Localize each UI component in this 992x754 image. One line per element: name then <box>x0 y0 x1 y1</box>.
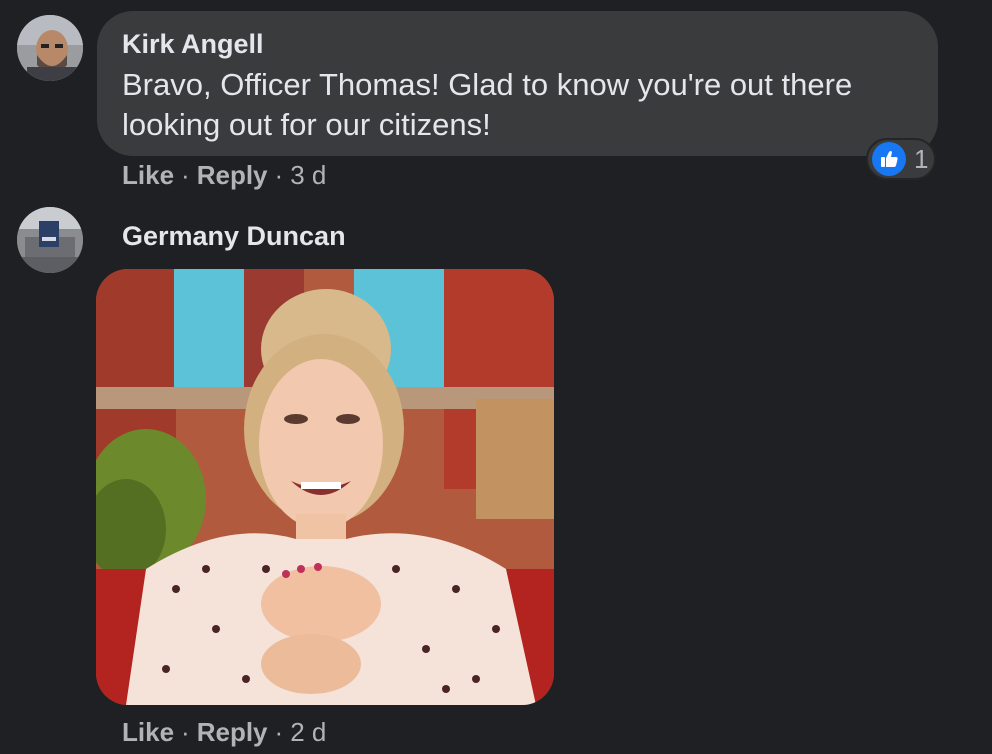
avatar-germany-duncan[interactable] <box>17 207 83 273</box>
separator: · <box>274 160 284 190</box>
separator: · <box>181 160 190 190</box>
avatar-kirk-angell[interactable] <box>17 15 83 81</box>
comment-text: Bravo, Officer Thomas! Glad to know you'… <box>122 67 853 142</box>
comment-actions: Like · Reply · 3 d <box>122 160 326 190</box>
reaction-count: 1 <box>914 143 929 174</box>
comment-author[interactable]: Kirk Angell <box>122 27 914 61</box>
reply-button[interactable]: Reply <box>197 717 268 747</box>
thumbs-up-icon <box>872 142 906 176</box>
comment-actions: Like · Reply · 2 d <box>122 717 326 747</box>
like-button[interactable]: Like <box>122 717 174 747</box>
comment-timestamp[interactable]: 3 d <box>290 160 326 190</box>
like-button[interactable]: Like <box>122 160 174 190</box>
reply-button[interactable]: Reply <box>197 160 268 190</box>
reaction-summary[interactable]: 1 <box>866 138 936 180</box>
gif-attachment[interactable] <box>96 269 554 705</box>
comment-timestamp[interactable]: 2 d <box>290 717 326 747</box>
comment-author[interactable]: Germany Duncan <box>122 219 346 253</box>
comment-bubble: Kirk Angell Bravo, Officer Thomas! Glad … <box>97 11 938 156</box>
separator: · <box>274 717 284 747</box>
separator: · <box>181 717 190 747</box>
comments-thread: Kirk Angell Bravo, Officer Thomas! Glad … <box>0 0 992 754</box>
